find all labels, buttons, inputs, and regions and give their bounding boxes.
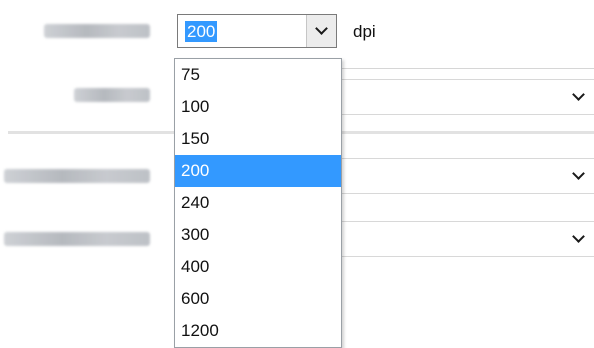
scanning-option-combo-box[interactable]: [339, 221, 594, 257]
mode-label: [74, 88, 150, 102]
resolution-current-value: 200: [185, 21, 218, 42]
option-100[interactable]: 100: [175, 91, 341, 123]
mode-combo-box[interactable]: [339, 79, 594, 115]
option-600[interactable]: 600: [175, 283, 341, 315]
chevron-down-icon: [315, 22, 328, 35]
option-300[interactable]: 300: [175, 219, 341, 251]
unit-label: dpi: [353, 22, 376, 41]
option-150[interactable]: 150: [175, 123, 341, 155]
image-option-label: [4, 169, 150, 183]
chevron-down-icon: [572, 167, 585, 180]
option-75[interactable]: 75: [175, 59, 341, 91]
resolution-dropdown-list[interactable]: 75 100 150 200 240 300 400 600 1200: [174, 58, 342, 348]
option-400[interactable]: 400: [175, 251, 341, 283]
resolution-label: [44, 24, 150, 38]
chevron-down-icon: [572, 88, 585, 101]
option-240[interactable]: 240: [175, 187, 341, 219]
option-1200[interactable]: 1200: [175, 315, 341, 347]
scanning-option-label: [4, 232, 150, 246]
chevron-down-icon: [572, 230, 585, 243]
option-200[interactable]: 200: [175, 155, 341, 187]
resolution-dropdown-button[interactable]: [306, 15, 336, 47]
image-option-combo-box[interactable]: [339, 158, 594, 194]
resolution-combo-box[interactable]: 200: [177, 14, 337, 48]
separator: [342, 68, 594, 69]
